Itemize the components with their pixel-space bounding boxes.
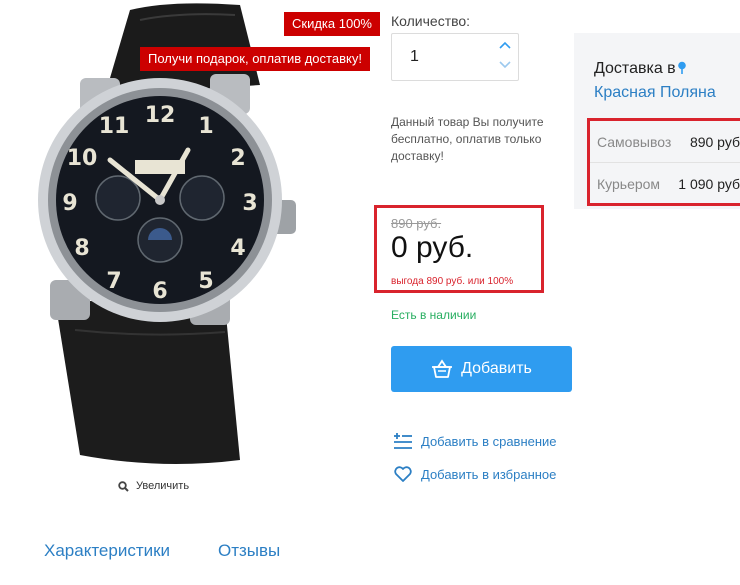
old-price: 890 руб. [391, 216, 442, 231]
heart-icon [394, 466, 412, 482]
svg-text:7: 7 [106, 269, 121, 294]
svg-text:4: 4 [230, 236, 245, 261]
delivery-option-name: Самовывоз [597, 134, 672, 150]
svg-text:6: 6 [152, 279, 167, 304]
delivery-option-name: Курьером [597, 176, 661, 192]
delivery-panel: Доставка в Красная Поляна Самовывоз 890 … [574, 33, 740, 209]
compare-icon [394, 433, 412, 449]
magnifier-icon [118, 480, 129, 492]
svg-text:10: 10 [67, 146, 98, 171]
svg-text:2: 2 [230, 146, 245, 171]
add-to-cart-button[interactable]: Добавить [391, 346, 572, 392]
zoom-label: Увеличить [136, 480, 190, 492]
stock-status: Есть в наличии [391, 308, 477, 322]
delivery-title-text: Доставка в [594, 60, 676, 77]
basket-icon [432, 359, 453, 378]
delivery-city-link[interactable]: Красная Поляна [594, 84, 716, 102]
delivery-option-pickup: Самовывоз 890 руб [590, 121, 740, 163]
svg-text:8: 8 [74, 236, 89, 261]
svg-text:3: 3 [242, 191, 257, 216]
add-to-favorites-label: Добавить в избранное [421, 466, 557, 482]
current-price: 0 руб. [391, 231, 474, 264]
chevron-down-icon[interactable] [498, 60, 512, 70]
free-product-note: Данный товар Вы получите бесплатно, опла… [391, 115, 544, 163]
add-to-favorites-link[interactable]: Добавить в избранное [394, 466, 556, 482]
gift-badge: Получи подарок, оплатив доставку! [140, 47, 370, 71]
quantity-label: Количество: [391, 13, 471, 29]
svg-text:11: 11 [99, 114, 130, 139]
add-to-compare-label: Добавить в сравнение [421, 433, 557, 449]
zoom-link[interactable]: Увеличить [118, 480, 189, 492]
delivery-option-price: 890 руб [689, 134, 740, 150]
location-pin-icon [677, 61, 686, 74]
tab-specifications[interactable]: Характеристики [44, 541, 170, 561]
delivery-option-courier: Курьером 1 090 руб [590, 163, 740, 204]
add-to-cart-label: Добавить [461, 360, 532, 377]
add-to-compare-link[interactable]: Добавить в сравнение [394, 433, 557, 449]
quantity-value[interactable]: 1 [410, 48, 419, 66]
quantity-stepper[interactable]: 1 [391, 33, 519, 81]
tab-reviews[interactable]: Отзывы [218, 541, 280, 561]
delivery-options: Самовывоз 890 руб Курьером 1 090 руб [587, 118, 740, 206]
delivery-option-price: 1 090 руб [678, 176, 740, 192]
svg-text:12: 12 [145, 103, 176, 128]
saving-note: выгода 890 руб. или 100% [391, 276, 514, 287]
svg-text:1: 1 [198, 114, 213, 139]
chevron-up-icon[interactable] [498, 40, 512, 50]
svg-text:5: 5 [198, 269, 213, 294]
price-block: 890 руб. 0 руб. выгода 890 руб. или 100% [374, 205, 544, 293]
svg-text:9: 9 [62, 191, 77, 216]
discount-badge: Скидка 100% [284, 12, 380, 36]
delivery-title: Доставка в [594, 60, 687, 78]
